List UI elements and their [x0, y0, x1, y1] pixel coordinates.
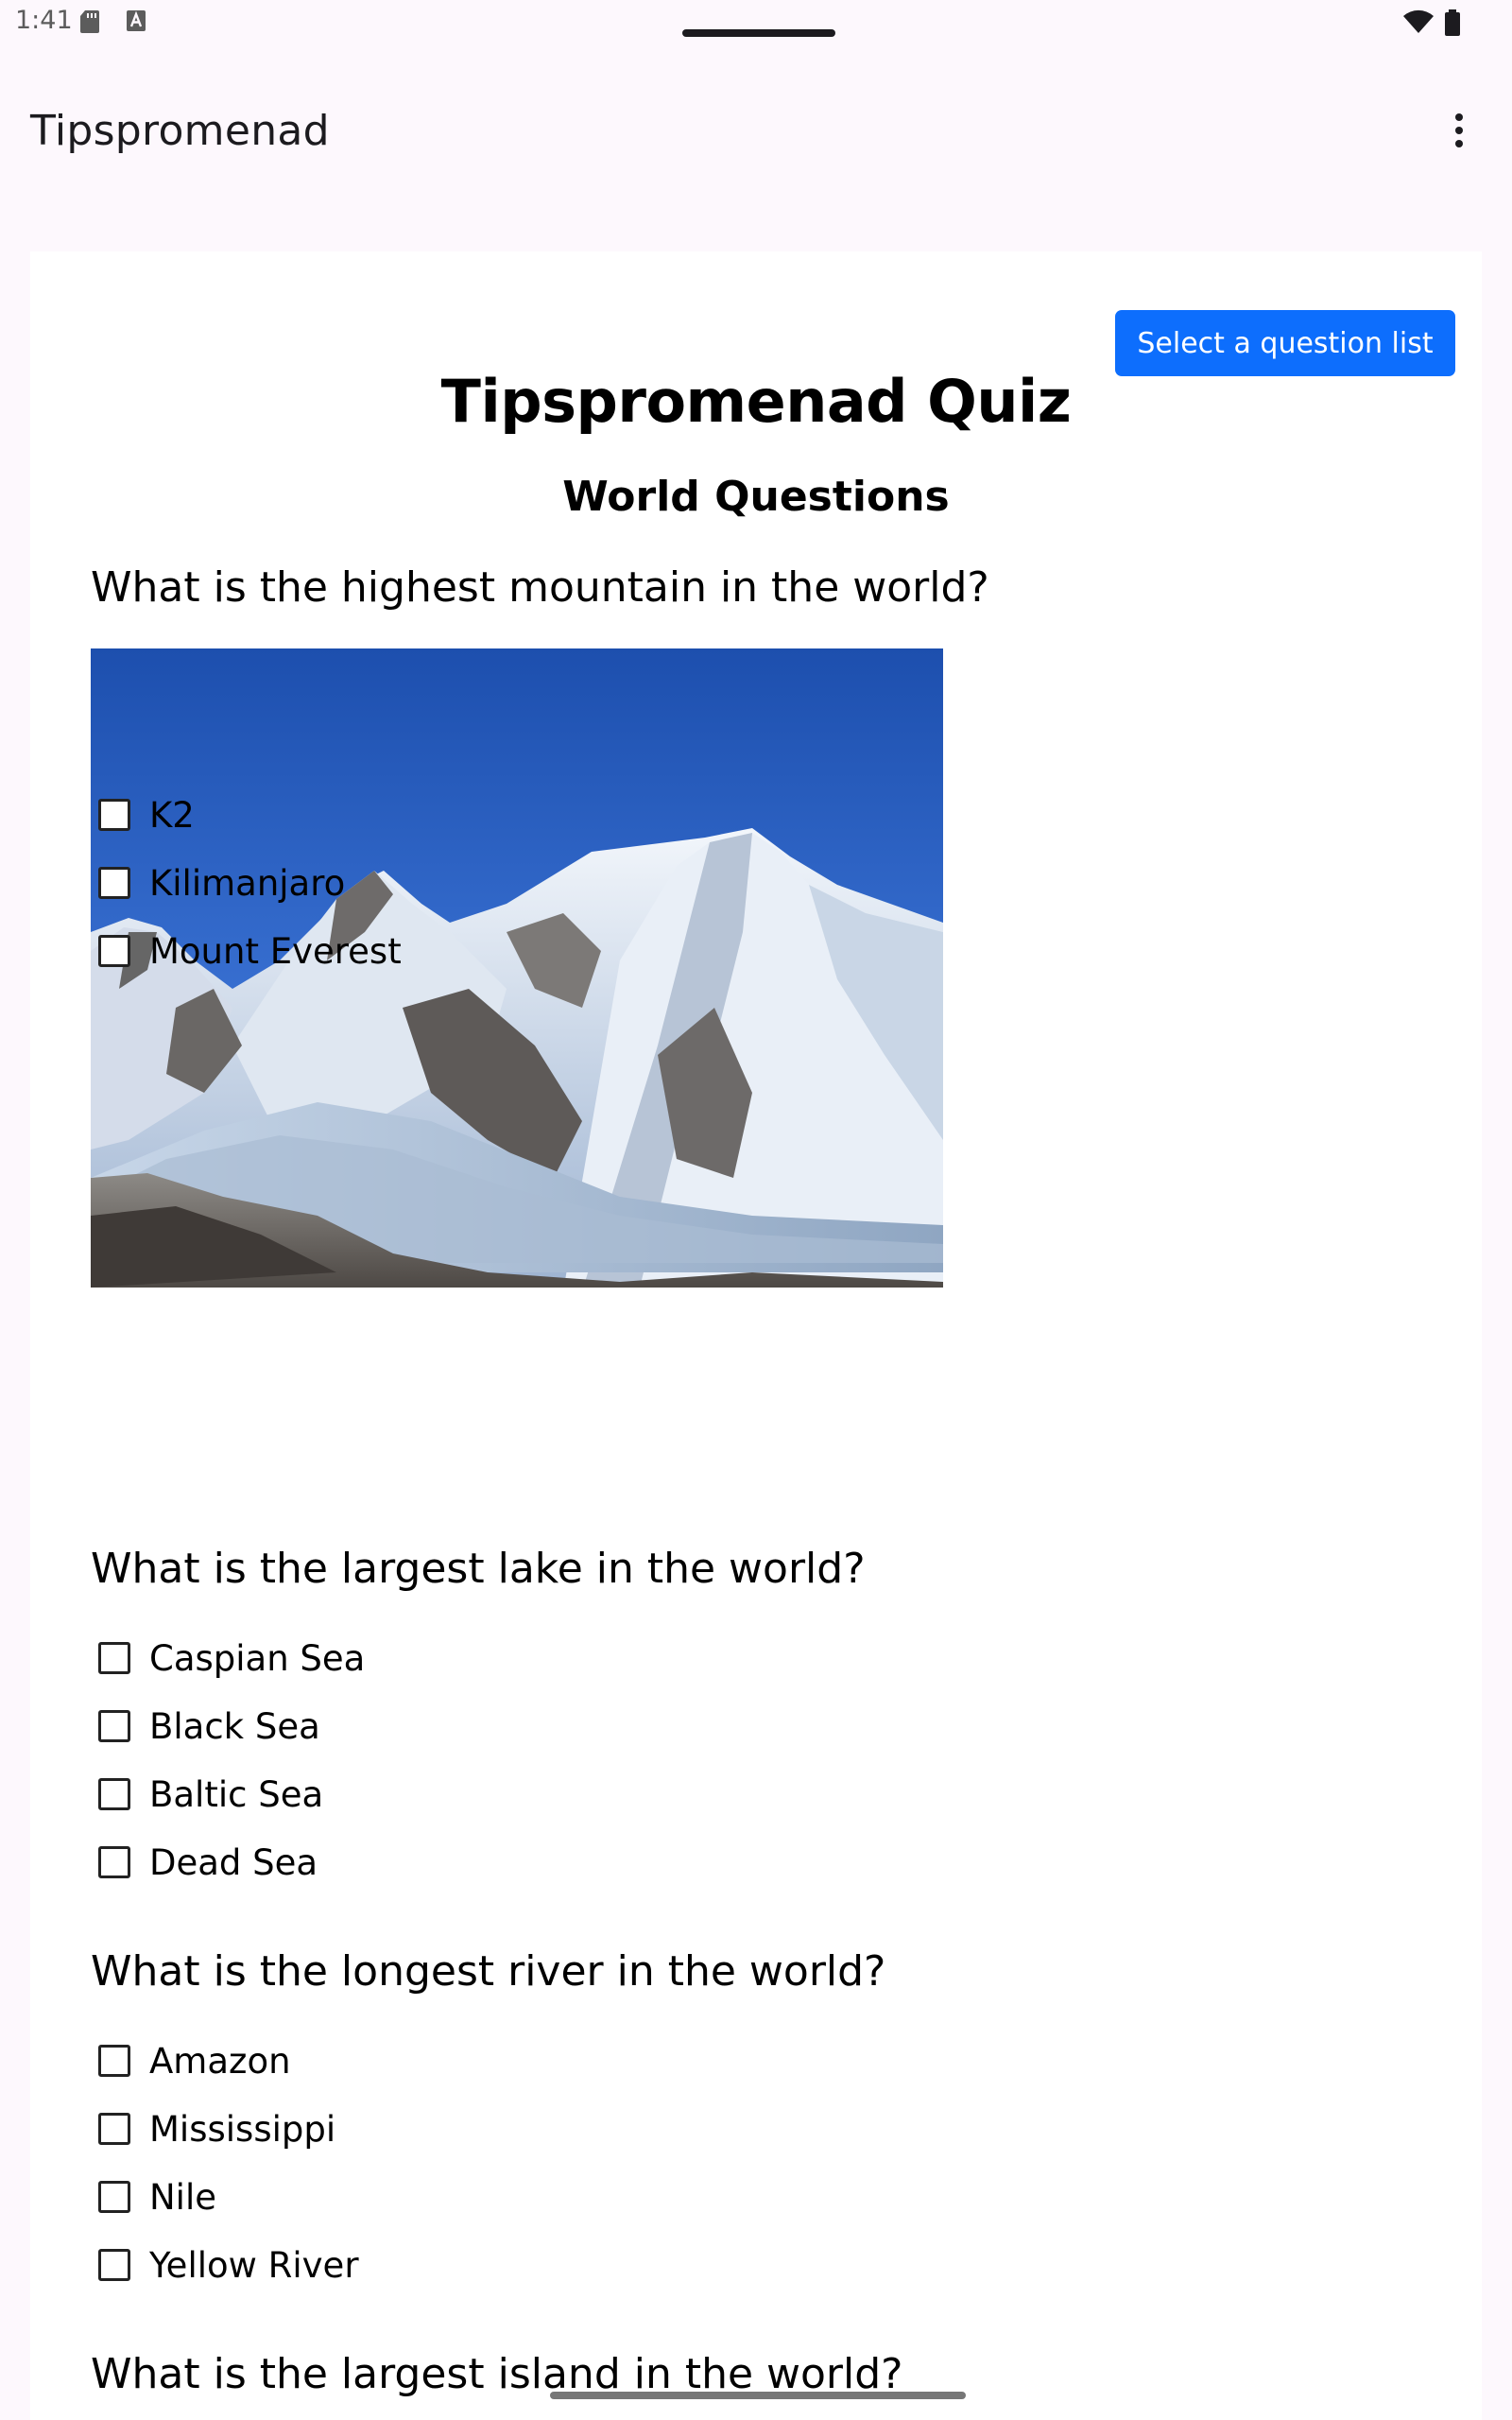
top-drag-handle[interactable] — [682, 29, 835, 37]
app-screen: 1:41 Tipspromenad Select a question list… — [0, 0, 1512, 2420]
question-list-title: World Questions — [562, 473, 950, 521]
question-2: What is the largest lake in the world? — [91, 1545, 866, 1593]
app-title: Tipspromenad — [30, 107, 330, 155]
option-mississippi[interactable]: Mississippi — [98, 2106, 335, 2152]
keyboard-a-icon — [127, 10, 146, 31]
option-k2[interactable]: K2 — [98, 792, 195, 838]
battery-icon — [1445, 9, 1460, 36]
checkbox[interactable] — [98, 935, 130, 967]
question-1: What is the highest mountain in the worl… — [91, 563, 989, 612]
option-label: Mississippi — [149, 2108, 336, 2150]
question-3: What is the longest river in the world? — [91, 1947, 886, 1996]
checkbox[interactable] — [98, 2181, 130, 2213]
option-mount-everest[interactable]: Mount Everest — [98, 928, 402, 974]
option-label: Amazon — [149, 2040, 291, 2082]
checkbox[interactable] — [98, 1846, 130, 1878]
option-label: Kilimanjaro — [149, 862, 346, 904]
option-label: Yellow River — [149, 2244, 359, 2286]
checkbox[interactable] — [98, 2045, 130, 2077]
option-caspian-sea[interactable]: Caspian Sea — [98, 1635, 365, 1681]
option-label: Mount Everest — [149, 930, 402, 972]
quiz-content[interactable]: Select a question list Tipspromenad Quiz… — [30, 251, 1482, 2420]
option-baltic-sea[interactable]: Baltic Sea — [98, 1772, 323, 1817]
app-bar: Tipspromenad — [0, 85, 1512, 176]
option-label: Caspian Sea — [149, 1637, 366, 1679]
checkbox[interactable] — [98, 867, 130, 899]
option-label: K2 — [149, 794, 195, 836]
gesture-nav-handle[interactable] — [550, 2392, 966, 2399]
option-label: Nile — [149, 2176, 217, 2218]
option-label: Black Sea — [149, 1705, 320, 1747]
status-bar: 1:41 — [0, 0, 1512, 47]
option-label: Dead Sea — [149, 1841, 318, 1883]
wifi-icon — [1403, 9, 1434, 33]
checkbox[interactable] — [98, 1778, 130, 1810]
checkbox[interactable] — [98, 799, 130, 831]
checkbox[interactable] — [98, 2249, 130, 2281]
quiz-title: Tipspromenad Quiz — [440, 367, 1072, 436]
checkbox[interactable] — [98, 2113, 130, 2145]
option-black-sea[interactable]: Black Sea — [98, 1703, 320, 1749]
option-nile[interactable]: Nile — [98, 2174, 216, 2220]
option-label: Baltic Sea — [149, 1773, 324, 1815]
checkbox[interactable] — [98, 1642, 130, 1674]
option-dead-sea[interactable]: Dead Sea — [98, 1840, 318, 1885]
more-vert-icon[interactable] — [1438, 104, 1480, 157]
option-kilimanjaro[interactable]: Kilimanjaro — [98, 860, 345, 906]
option-yellow-river[interactable]: Yellow River — [98, 2242, 359, 2288]
option-amazon[interactable]: Amazon — [98, 2038, 291, 2083]
status-time: 1:41 — [15, 6, 73, 35]
sd-card-icon — [80, 10, 99, 33]
checkbox[interactable] — [98, 1710, 130, 1742]
